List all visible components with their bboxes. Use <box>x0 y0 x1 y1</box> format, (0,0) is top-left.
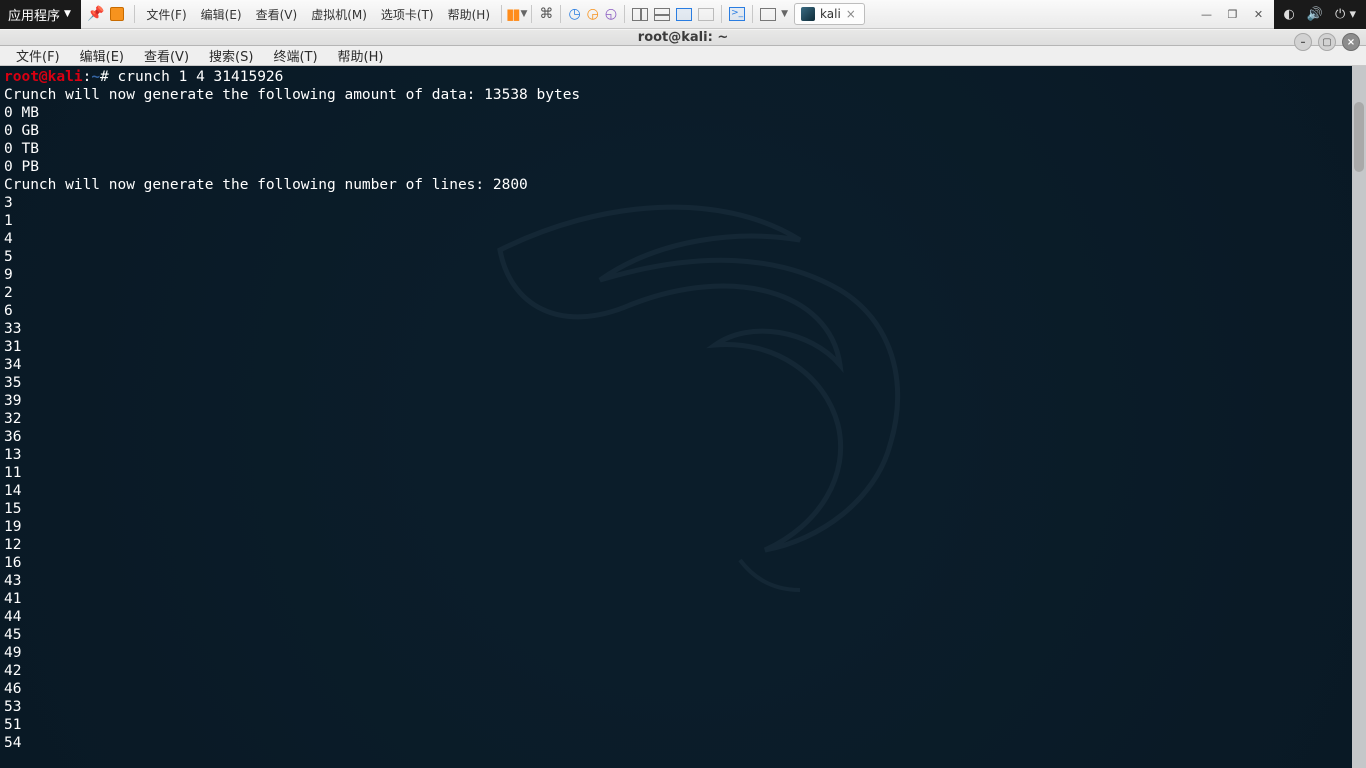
view-unity-icon[interactable] <box>676 8 692 21</box>
host-menu-view[interactable]: 查看(V) <box>249 6 305 23</box>
host-menu-file[interactable]: 文件(F) <box>139 6 193 23</box>
host-menu-help[interactable]: 帮助(H) <box>441 6 497 23</box>
prompt-colon: : <box>83 69 92 85</box>
vm-tab-kali[interactable]: kali × <box>794 3 865 25</box>
vm-home-icon[interactable] <box>110 7 124 21</box>
terminal-window: root@kali: ~ – ▢ × 文件(F) 编辑(E) 查看(V) 搜索(… <box>0 29 1366 768</box>
menu-help[interactable]: 帮助(H) <box>328 46 394 65</box>
guest-system-tray: ◐ 🔊 ⏻ ▾ <box>1274 0 1366 29</box>
scrollbar[interactable] <box>1352 66 1366 768</box>
separator <box>134 5 135 23</box>
separator <box>752 5 753 23</box>
separator <box>560 5 561 23</box>
adjust-icon[interactable]: ◐ <box>1284 7 1295 22</box>
send-keys-icon[interactable]: ⌘ <box>536 6 556 22</box>
chevron-down-icon[interactable]: ▼ <box>521 9 528 19</box>
vm-tab-label: kali <box>820 7 841 21</box>
command-text: crunch 1 4 31415926 <box>118 69 284 85</box>
pin-icon[interactable]: 📌 <box>87 6 104 22</box>
view-split-icon[interactable] <box>632 8 648 21</box>
snapshot-revert-icon[interactable]: ◶ <box>584 6 602 22</box>
host-menu-vm[interactable]: 虚拟机(M) <box>304 6 374 23</box>
separator <box>624 5 625 23</box>
console-icon[interactable]: >_ <box>729 7 745 21</box>
maximize-button[interactable]: ❐ <box>1224 7 1242 21</box>
menu-edit[interactable]: 编辑(E) <box>70 46 134 65</box>
power-icon[interactable]: ⏻ ▾ <box>1335 7 1356 22</box>
snapshot-take-icon[interactable]: ◷ <box>565 6 583 22</box>
view-disabled-icon <box>698 8 714 21</box>
terminal-body[interactable]: root@kali:~# crunch 1 4 31415926 Crunch … <box>0 66 1366 768</box>
app-launcher-label: 应用程序 <box>8 5 60 24</box>
separator <box>721 5 722 23</box>
snapshot-manage-icon[interactable]: ◵ <box>602 6 620 22</box>
host-menu-tabs[interactable]: 选项卡(T) <box>374 6 441 23</box>
prompt-at: @ <box>39 69 48 85</box>
prompt-host: kali <box>48 69 83 85</box>
terminal-menubar: 文件(F) 编辑(E) 查看(V) 搜索(S) 终端(T) 帮助(H) <box>0 46 1366 66</box>
chevron-down-icon: ▼ <box>64 9 71 19</box>
kali-icon <box>801 7 815 21</box>
app-launcher[interactable]: 应用程序 ▼ <box>0 0 81 29</box>
menu-search[interactable]: 搜索(S) <box>199 46 263 65</box>
window-title: root@kali: ~ <box>638 30 728 45</box>
window-close-button[interactable]: × <box>1342 33 1360 51</box>
prompt-path: ~ <box>91 69 100 85</box>
chevron-down-icon[interactable]: ▼ <box>781 9 788 19</box>
terminal-output: Crunch will now generate the following a… <box>4 87 580 751</box>
pause-icon[interactable]: ▮▮ <box>506 5 519 23</box>
fullscreen-icon[interactable] <box>760 8 776 21</box>
window-minimize-button[interactable]: – <box>1294 33 1312 51</box>
prompt-user: root <box>4 69 39 85</box>
window-maximize-button[interactable]: ▢ <box>1318 33 1336 51</box>
titlebar[interactable]: root@kali: ~ – ▢ × <box>0 29 1366 46</box>
separator <box>531 5 532 23</box>
menu-file[interactable]: 文件(F) <box>6 46 70 65</box>
menu-terminal[interactable]: 终端(T) <box>263 46 327 65</box>
minimize-button[interactable]: — <box>1198 7 1216 21</box>
scrollbar-thumb[interactable] <box>1354 102 1364 172</box>
host-frame-bar: 应用程序 ▼ 📌 文件(F) 编辑(E) 查看(V) 虚拟机(M) 选项卡(T)… <box>0 0 1366 29</box>
close-button[interactable]: ✕ <box>1250 7 1268 21</box>
close-icon[interactable]: × <box>846 7 856 21</box>
host-menu-edit[interactable]: 编辑(E) <box>194 6 249 23</box>
menu-view[interactable]: 查看(V) <box>134 46 199 65</box>
prompt-symbol: # <box>100 69 109 85</box>
volume-icon[interactable]: 🔊 <box>1307 7 1323 22</box>
view-stack-icon[interactable] <box>654 8 670 21</box>
prompt-command <box>109 69 118 85</box>
separator <box>501 5 502 23</box>
